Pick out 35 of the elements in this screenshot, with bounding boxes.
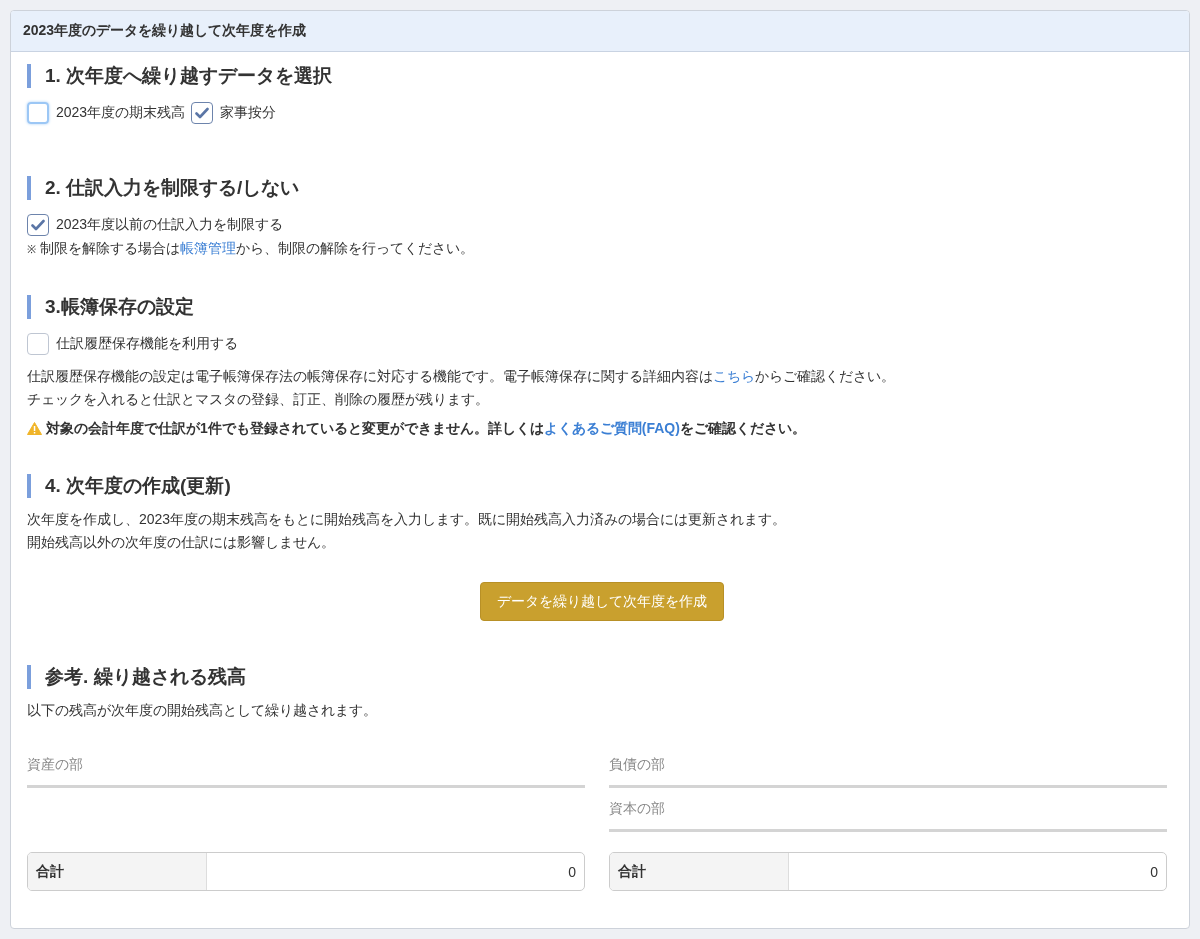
checkbox-label: 仕訳履歴保存機能を利用する [56, 335, 238, 353]
section-heading: 参考. 繰り越される残高 [27, 665, 1177, 689]
checkmark-icon [195, 107, 210, 119]
warning-text: 対象の会計年度で仕訳が1件でも登録されていると変更ができません。詳しくはよくあるご質問(FAQ)をご確認ください。 [46, 419, 806, 438]
checkbox[interactable] [27, 214, 49, 236]
group-label: 資本の部 [609, 788, 1167, 832]
paragraph: 仕訳履歴保存機能の設定は電子帳簿保存法の帳簿保存に対応する機能です。電子帳簿保存に関する詳細内容は こちらからご確認ください。 [27, 367, 896, 386]
note-text: ※ 制限を解除する場合は帳簿管理から、制限の解除を行ってください。 [27, 239, 475, 258]
create-next-year-button[interactable]: データを繰り越して次年度を作成 [480, 582, 724, 621]
link[interactable]: よくあるご質問(FAQ) [543, 420, 680, 436]
group-label: 負債の部 [609, 744, 1167, 788]
checkmark-icon [31, 219, 45, 231]
checkbox-label: 2023年度以前の仕訳入力を制限する [56, 216, 284, 234]
paragraph: 次年度を作成し、2023年度の期末残高をもとに開始残高を入力します。既に開始残高入力済みの場合には更新されます。 [27, 510, 788, 529]
link[interactable]: こちら [713, 368, 755, 384]
paragraph: 以下の残高が次年度の開始残高として繰り越されます。 [27, 701, 378, 720]
checkbox[interactable] [27, 333, 49, 355]
section-heading: 4. 次年度の作成(更新) [27, 474, 1177, 498]
total-label: 合計 [610, 853, 789, 890]
link[interactable]: 帳簿管理 [179, 240, 236, 256]
checkbox-label: 2023年度の期末残高 [56, 104, 186, 122]
total-label: 合計 [28, 853, 207, 890]
warning-icon [27, 422, 42, 435]
group-label: 資産の部 [27, 744, 585, 788]
total-value: 0 [1149, 862, 1159, 882]
panel-title: 2023年度のデータを繰り越して次年度を作成 [11, 11, 1189, 52]
paragraph: 開始残高以外の次年度の仕訳には影響しません。 [27, 533, 336, 552]
section-heading: 2. 仕訳入力を制限する/しない [27, 176, 1177, 200]
section-heading: 1. 次年度へ繰り越すデータを選択 [27, 64, 1177, 88]
paragraph: チェックを入れると仕訳とマスタの登録、訂正、削除の履歴が残ります。 [27, 390, 490, 409]
checkbox[interactable] [27, 102, 49, 124]
checkbox[interactable] [191, 102, 214, 124]
section-heading: 3.帳簿保存の設定 [27, 295, 1177, 319]
total-value: 0 [567, 862, 577, 882]
checkbox-label: 家事按分 [220, 104, 277, 122]
